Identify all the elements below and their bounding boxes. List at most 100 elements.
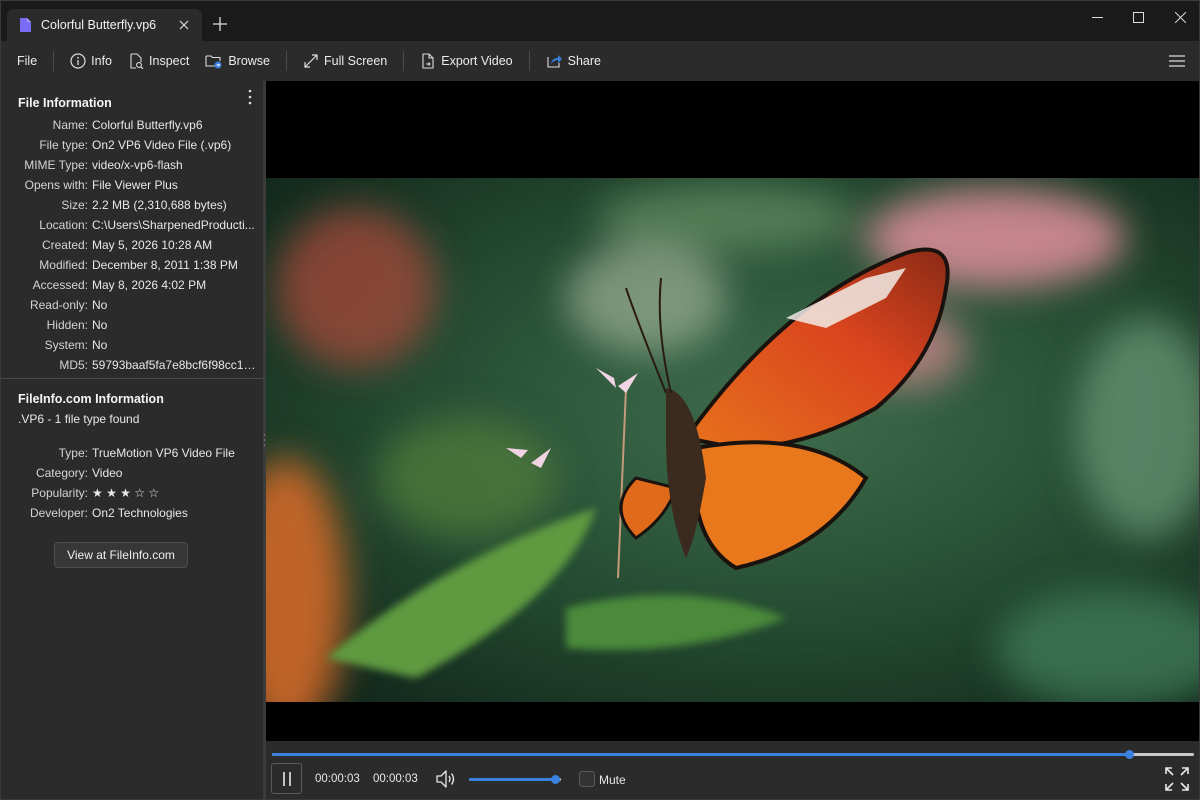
seek-bar[interactable] (272, 750, 1194, 759)
document-icon (20, 18, 31, 32)
info-row-created: Created: May 5, 2026 10:28 AM (1, 238, 263, 258)
maximize-button[interactable] (1122, 6, 1154, 28)
info-row-read-only: Read-only: No (1, 298, 263, 318)
butterfly-video-frame-image (266, 178, 1199, 702)
info-row-name: Name: Colorful Butterfly.vp6 (1, 118, 263, 138)
plus-icon (213, 17, 227, 31)
info-row-hidden: Hidden: No (1, 318, 263, 338)
file-information-heading: File Information (18, 96, 112, 110)
info-value: On2 VP6 Video File (.vp6) (92, 138, 232, 152)
info-row-opens-with: Opens with: File Viewer Plus (1, 178, 263, 198)
toolbar: File Info Inspect Browse Full Screen Exp… (1, 41, 1199, 81)
info-value: On2 Technologies (92, 506, 188, 520)
minimize-button[interactable] (1081, 6, 1113, 28)
duration-time: 00:00:03 (373, 773, 418, 785)
info-value: May 8, 2026 4:02 PM (92, 278, 207, 292)
toolbar-divider (528, 51, 530, 71)
video-frame (266, 178, 1199, 702)
expand-diagonal-icon (303, 53, 319, 69)
info-key: Type: (58, 446, 88, 460)
video-player[interactable] (266, 81, 1199, 741)
browse-button[interactable]: Browse (197, 47, 278, 75)
mute-checkbox[interactable] (579, 771, 595, 787)
fileinfo-row-developer: Developer: On2 Technologies (1, 506, 263, 526)
info-row-location: Location: C:\Users\SharpenedProducti... (1, 218, 263, 238)
info-key: MD5: (59, 358, 88, 372)
file-menu-label: File (17, 54, 38, 68)
close-icon (1174, 11, 1186, 23)
info-key: Developer: (29, 506, 88, 520)
info-key: Popularity: (31, 486, 88, 500)
info-row-system: System: No (1, 338, 263, 358)
browse-label: Browse (228, 54, 271, 68)
info-row-file-type: File type: On2 VP6 Video File (.vp6) (1, 138, 263, 158)
full-screen-button[interactable]: Full Screen (295, 47, 395, 75)
info-row-size: Size: 2.2 MB (2,310,688 bytes) (1, 198, 263, 218)
tab-title: Colorful Butterfly.vp6 (41, 18, 157, 32)
fileinfo-com-heading: FileInfo.com Information (18, 392, 164, 406)
fileinfo-row-popularity: Popularity: ★ ★ ★ ☆ ☆ (1, 486, 263, 506)
export-document-icon (420, 53, 436, 69)
info-key: Size: (61, 198, 88, 212)
maximize-icon (1132, 11, 1144, 23)
info-value: Colorful Butterfly.vp6 (92, 118, 203, 132)
volume-icon[interactable] (435, 769, 457, 789)
info-value: No (92, 298, 108, 312)
new-tab-button[interactable] (209, 13, 231, 35)
full-screen-label: Full Screen (324, 54, 388, 68)
player-controls: 00:00:03 00:00:03 Mute (266, 741, 1199, 799)
inspect-icon (128, 53, 144, 69)
file-types-found: .VP6 - 1 file type found (18, 412, 140, 426)
inspect-button[interactable]: Inspect (120, 47, 197, 75)
info-key: Category: (35, 466, 88, 480)
fullscreen-toggle-button[interactable] (1164, 766, 1190, 792)
toolbar-divider (403, 51, 405, 71)
info-value: C:\Users\SharpenedProducti... (92, 218, 255, 232)
pause-button[interactable] (271, 763, 302, 794)
document-tab[interactable]: Colorful Butterfly.vp6 (7, 9, 202, 41)
share-button[interactable]: Share (538, 47, 609, 75)
share-icon (546, 53, 563, 69)
info-value: Video (92, 466, 123, 480)
close-window-button[interactable] (1164, 6, 1196, 28)
info-label: Info (91, 54, 113, 68)
folder-browse-icon (205, 53, 223, 69)
info-button[interactable]: Info (62, 47, 120, 75)
info-value: December 8, 2011 1:38 PM (92, 258, 238, 272)
info-key: Accessed: (32, 278, 88, 292)
hamburger-icon (1169, 55, 1185, 67)
info-key: Modified: (39, 258, 88, 272)
info-icon (70, 53, 86, 69)
volume-handle[interactable] (550, 775, 560, 784)
close-tab-icon[interactable] (174, 15, 194, 35)
hamburger-menu-button[interactable] (1167, 51, 1187, 71)
info-value: File Viewer Plus (92, 178, 178, 192)
section-divider (1, 378, 263, 379)
info-key: Name: (52, 118, 88, 132)
popularity-stars: ★ ★ ★ ☆ ☆ (92, 486, 160, 500)
info-key: File type: (39, 138, 88, 152)
volume-slider[interactable] (469, 775, 561, 784)
seek-progress (272, 753, 1130, 756)
app-window: Colorful Butterfly.vp6 File Info Inspect… (0, 0, 1200, 800)
info-value: No (92, 318, 108, 332)
more-options-icon[interactable] (244, 89, 256, 105)
info-key: Read-only: (29, 298, 88, 312)
pause-icon (282, 771, 291, 786)
info-key: MIME Type: (24, 158, 88, 172)
title-bar: Colorful Butterfly.vp6 (1, 1, 1199, 41)
info-row-mime: MIME Type: video/x-vp6-flash (1, 158, 263, 178)
export-video-label: Export Video (441, 54, 513, 68)
info-value: May 5, 2026 10:28 AM (92, 238, 213, 252)
export-video-button[interactable]: Export Video (412, 47, 520, 75)
seek-handle[interactable] (1125, 750, 1135, 759)
current-time: 00:00:03 (315, 773, 360, 785)
fileinfo-row-category: Category: Video (1, 466, 263, 486)
toolbar-divider (286, 51, 288, 71)
view-at-fileinfo-button[interactable]: View at FileInfo.com (54, 542, 188, 568)
volume-level (469, 778, 555, 781)
info-value: 2.2 MB (2,310,688 bytes) (92, 198, 227, 212)
toolbar-divider (53, 51, 55, 71)
file-menu-button[interactable]: File (9, 47, 45, 75)
info-key: Hidden: (46, 318, 88, 332)
